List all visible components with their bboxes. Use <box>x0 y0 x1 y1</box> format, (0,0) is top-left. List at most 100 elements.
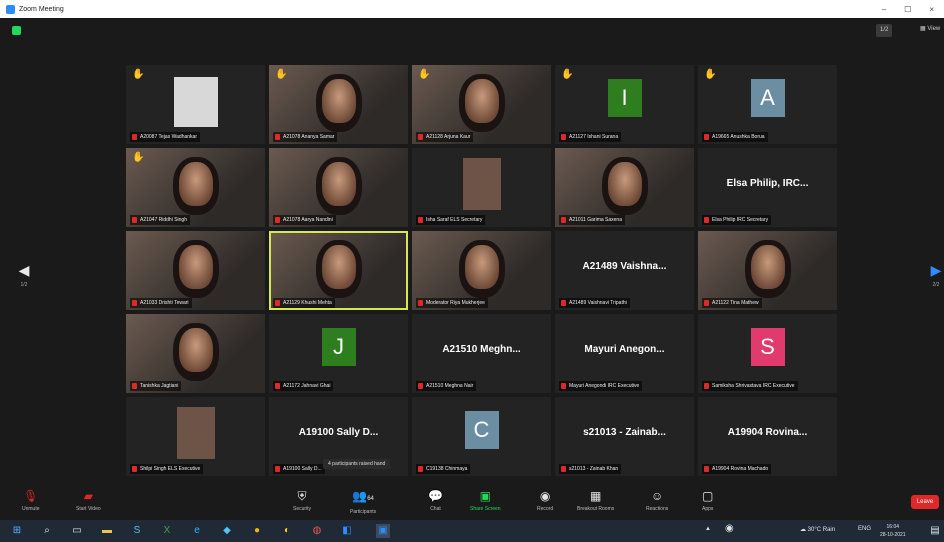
language-indicator[interactable]: ENG <box>858 526 871 532</box>
participant-tile[interactable]: A21510 Meghn... A21510 Meghna Nair <box>412 314 551 393</box>
record-label: Record <box>537 506 554 512</box>
participant-name-text: Elsa Philip IRC Secretary <box>712 217 769 223</box>
participant-name-caption: C19138 Chinmaya <box>416 464 471 474</box>
minimize-button[interactable]: – <box>882 5 886 14</box>
edge-icon[interactable]: e <box>190 524 204 538</box>
skype-icon[interactable]: S <box>130 524 144 538</box>
excel-icon[interactable]: X <box>160 524 174 538</box>
start-video-button[interactable]: ▰ Start Video <box>76 488 101 512</box>
zoom-meeting-taskbar-icon[interactable]: ▣ <box>376 524 390 538</box>
taskbar-clock[interactable]: 16:04 28-10-2021 <box>880 523 906 539</box>
notifications-icon[interactable]: ▤ <box>928 524 942 538</box>
chat-icon: 💬 <box>428 489 443 503</box>
security-button[interactable]: ⛨ Security <box>293 488 311 512</box>
app-icon-1[interactable]: ◐ <box>280 524 294 538</box>
participant-tile[interactable]: ✋ A21078 Ananya Samar <box>269 65 408 144</box>
participant-tile[interactable]: Shilpi Singh ELS Executive <box>126 397 265 476</box>
participant-tile[interactable]: A21129 Khushi Mehta <box>269 231 408 310</box>
raised-hand-icon: ✋ <box>561 69 574 80</box>
participant-tile[interactable]: I ✋ A21127 Ishani Surana <box>555 65 694 144</box>
share-screen-button[interactable]: ▣ Share Screen <box>470 488 501 512</box>
participants-button[interactable]: 👥64 Participants <box>350 488 376 515</box>
participant-grid: ✋ A20087 Tejas Wadhankar ✋ A21078 Ananya Sa… <box>126 65 839 479</box>
chrome-icon[interactable]: ● <box>250 524 264 538</box>
raised-hand-icon: ✋ <box>418 69 431 80</box>
participant-tile[interactable]: A19904 Rovina... A19904 Rovina Machado <box>698 397 837 476</box>
participant-tile[interactable]: A ✋ A19665 Anushka Borua <box>698 65 837 144</box>
search-icon[interactable]: ⌕ <box>40 524 54 538</box>
participant-face <box>178 328 213 373</box>
participant-display-name: A19100 Sally D... <box>298 427 379 438</box>
participant-tile[interactable]: S Samiksha Shrivastava IRC Executive <box>698 314 837 393</box>
participant-display-name: A21489 Vaishna... <box>582 261 667 272</box>
view-button[interactable]: ▦ View <box>920 25 940 32</box>
prev-page-label: 1/2 <box>20 282 28 288</box>
participant-name-text: Samiksha Shrivastava IRC Executive <box>712 383 795 389</box>
security-label: Security <box>293 506 312 512</box>
file-explorer-icon[interactable]: ▬ <box>100 524 114 538</box>
participant-tile[interactable]: A21122 Tina Mathew <box>698 231 837 310</box>
breakout-rooms-icon: ▦ <box>589 489 602 503</box>
participant-tile[interactable]: A21078 Aarya Nandini <box>269 148 408 227</box>
participant-tile[interactable]: ✋ A21047 Riddhi Singh <box>126 148 265 227</box>
encryption-shield-icon[interactable] <box>12 26 21 35</box>
muted-mic-icon <box>132 300 137 306</box>
participant-name-text: A21172 Jahnavi Ghai <box>283 383 331 389</box>
muted-mic-icon <box>704 383 709 389</box>
participant-display-name: A19904 Rovina... <box>727 427 808 438</box>
prev-page-arrow[interactable]: ◀ 1/2 <box>18 262 30 288</box>
record-button[interactable]: ◉ Record <box>537 488 553 512</box>
participant-tile[interactable]: Isha Saraf ELS Secretary <box>412 148 551 227</box>
participant-tile[interactable]: A21489 Vaishna... A21489 Vaishnavi Tripat… <box>555 231 694 310</box>
muted-mic-icon <box>561 134 566 140</box>
participant-name-caption: Mayuri Anegondi IRC Executive <box>559 381 643 391</box>
participant-tile[interactable]: C C19138 Chinmaya <box>412 397 551 476</box>
reactions-button[interactable]: ☺ Reactions <box>646 488 668 512</box>
participant-face <box>464 245 499 290</box>
participant-tile[interactable]: Mayuri Anegon... Mayuri Anegondi IRC Exec… <box>555 314 694 393</box>
participant-tile[interactable]: J A21172 Jahnavi Ghai <box>269 314 408 393</box>
participant-name-text: A21129 Khushi Mehta <box>283 300 332 306</box>
apps-button[interactable]: ▢ Apps <box>702 488 713 512</box>
avatar-initial: C <box>464 411 499 449</box>
muted-mic-icon <box>418 134 423 140</box>
participant-tile[interactable]: A21033 Drishti Tewari <box>126 231 265 310</box>
breakout-rooms-button[interactable]: ▦ Breakout Rooms <box>577 488 614 512</box>
participant-face <box>321 162 356 207</box>
window-titlebar: Zoom Meeting – ☐ × <box>0 0 944 18</box>
store-icon[interactable]: ◆ <box>220 524 234 538</box>
participant-tile[interactable]: s21013 - Zainab... s21013 - Zainab Khan <box>555 397 694 476</box>
next-page-arrow[interactable]: ▶ 2/2 <box>930 262 942 288</box>
chat-button[interactable]: 💬 Chat <box>428 488 443 512</box>
participant-tile[interactable]: Elsa Philip, IRC... Elsa Philip IRC Secre… <box>698 148 837 227</box>
participant-tile[interactable]: A21011 Garima Saxena <box>555 148 694 227</box>
tray-overflow-icon[interactable]: ▲ <box>705 526 711 532</box>
unmute-button[interactable]: 🎙 Unmute <box>22 488 40 512</box>
profile-picture <box>173 77 218 127</box>
participant-name-caption: A21047 Riddhi Singh <box>130 215 190 225</box>
participant-name-caption: A19665 Anushka Borua <box>702 132 768 142</box>
zoom-taskbar-icon[interactable]: ◧ <box>340 524 354 538</box>
unmute-label: Unmute <box>22 506 40 512</box>
participant-tile[interactable]: ✋ A21128 Arjuna Kaur <box>412 65 551 144</box>
participant-name-text: A19904 Rovina Machado <box>712 466 769 472</box>
participant-name-text: A21128 Arjuna Kaur <box>426 134 471 140</box>
weather-widget[interactable]: ☁ 30°C Rain <box>800 526 835 533</box>
close-button[interactable]: × <box>929 5 934 14</box>
participant-tile[interactable]: ✋ A20087 Tejas Wadhankar <box>126 65 265 144</box>
participant-name-text: Moderator Riya Mukherjee <box>426 300 485 306</box>
muted-mic-icon <box>704 300 709 306</box>
participant-tile[interactable]: Tanishka Jagtiani <box>126 314 265 393</box>
participant-display-name: Mayuri Anegon... <box>584 344 665 355</box>
maximize-button[interactable]: ☐ <box>904 5 911 14</box>
participants-count: 64 <box>367 496 374 502</box>
task-view-icon[interactable]: ▭ <box>70 524 84 538</box>
leave-button[interactable]: Leave <box>911 495 939 509</box>
participant-name-text: s21013 - Zainab Khan <box>569 466 619 472</box>
app-icon-2[interactable]: ◍ <box>310 524 324 538</box>
participant-tile[interactable]: Moderator Riya Mukherjee <box>412 231 551 310</box>
participant-name-caption: A20087 Tejas Wadhankar <box>130 132 200 142</box>
camera-tray-icon[interactable]: ◉ <box>725 523 734 534</box>
windows-start-icon[interactable]: ⊞ <box>10 524 24 538</box>
shield-icon: ⛨ <box>297 489 307 503</box>
